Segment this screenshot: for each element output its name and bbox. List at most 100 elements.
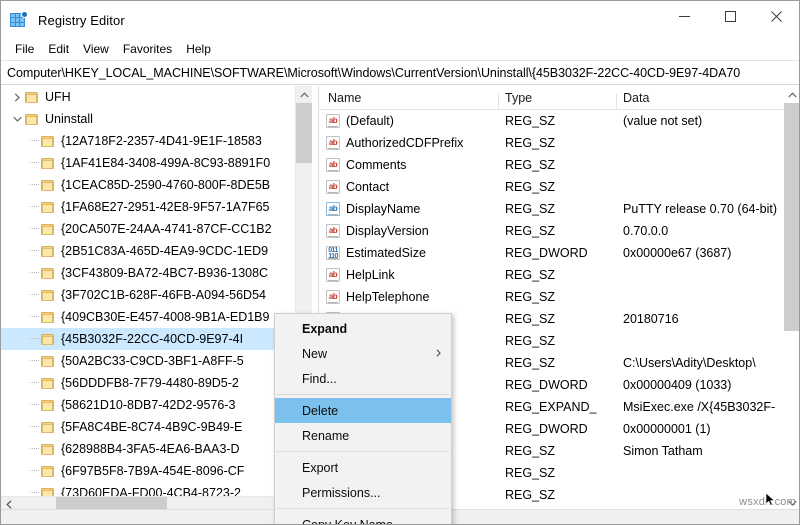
value-row[interactable]: ab DisplayVersion REG_SZ 0.70.0.0	[319, 220, 799, 242]
scroll-up-icon[interactable]	[296, 86, 312, 103]
string-value-icon: ab	[326, 114, 340, 128]
context-menu-item-label: New	[302, 346, 328, 361]
value-row[interactable]: ab AuthorizedCDFPrefix REG_SZ	[319, 132, 799, 154]
value-name: EstimatedSize	[346, 246, 426, 260]
string-value-icon: ab	[326, 136, 340, 150]
value-type-cell: REG_SZ	[505, 488, 556, 502]
folder-icon	[41, 135, 54, 147]
folder-icon	[41, 245, 54, 257]
maximize-icon[interactable]	[707, 1, 753, 31]
value-data-cell: PuTTY release 0.70 (64-bit)	[623, 202, 778, 216]
tree-item[interactable]: {409CB30E-E457-4008-9B1A-ED1B9	[1, 306, 295, 328]
value-row[interactable]: ab HelpLink REG_SZ	[319, 264, 799, 286]
column-header-name[interactable]: Name	[319, 91, 499, 110]
value-data-cell: (value not set)	[623, 114, 703, 128]
value-name: Comments	[346, 158, 407, 172]
close-icon[interactable]	[753, 1, 799, 31]
tree-item[interactable]: {56DDDFB8-7F79-4480-89D5-2	[1, 372, 295, 394]
tree-item[interactable]: {628988B4-3FA5-4EA6-BAA3-D	[1, 438, 295, 460]
tree-connector	[27, 284, 41, 306]
tree-item[interactable]: UFH	[1, 86, 295, 108]
scroll-up-icon[interactable]	[784, 86, 799, 103]
menu-file[interactable]: File	[8, 40, 41, 59]
folder-icon	[41, 157, 54, 169]
tree-scroll-thumb[interactable]	[296, 103, 312, 163]
context-menu-item[interactable]: Copy Key Name	[275, 512, 451, 525]
menu-edit[interactable]: Edit	[41, 40, 76, 59]
context-menu-item[interactable]: Delete	[275, 398, 451, 423]
value-row[interactable]: ab DisplayName REG_SZ PuTTY release 0.70 (6…	[319, 198, 799, 220]
tree-item-label: {45B3032F-22CC-40CD-9E97-4I	[61, 332, 244, 346]
menu-help[interactable]: Help	[179, 40, 218, 59]
dword-value-icon: 011110	[326, 246, 340, 260]
tree-item[interactable]: {1CEAC85D-2590-4760-800F-8DE5B	[1, 174, 295, 196]
registry-tree[interactable]: UFH Uninstall {12A718F2-2357-4D41-9E1F-185…	[1, 86, 295, 496]
value-row[interactable]: ab Comments REG_SZ	[319, 154, 799, 176]
chevron-down-icon[interactable]	[9, 108, 25, 130]
tree-item[interactable]: {1AF41E84-3408-499A-8C93-8891F0	[1, 152, 295, 174]
context-menu-separator	[277, 451, 449, 452]
tree-item[interactable]: {20CA507E-24AA-4741-87CF-CC1B2	[1, 218, 295, 240]
address-bar[interactable]: Computer\HKEY_LOCAL_MACHINE\SOFTWARE\Mic…	[1, 60, 799, 85]
tree-item[interactable]: {12A718F2-2357-4D41-9E1F-18583	[1, 130, 295, 152]
context-menu-item[interactable]: New	[275, 341, 451, 366]
tree-item[interactable]: {58621D10-8DB7-42D2-9576-3	[1, 394, 295, 416]
value-data-cell: Simon Tatham	[623, 444, 703, 458]
value-row[interactable]: 011 110 EstimatedSize REG_DWORD 0x00000e67 (…	[319, 242, 799, 264]
folder-icon	[41, 487, 54, 496]
tree-context-menu[interactable]: Expand New Find... Delete Rename Export Permis…	[274, 313, 452, 525]
menu-favorites[interactable]: Favorites	[116, 40, 179, 59]
tree-item[interactable]: Uninstall	[1, 108, 295, 130]
folder-icon	[25, 91, 38, 103]
context-menu-item[interactable]: Expand	[275, 316, 451, 341]
string-value-icon: ab	[326, 290, 340, 304]
context-menu-item[interactable]: Rename	[275, 423, 451, 448]
string-value-icon: ab	[326, 224, 340, 238]
tree-item[interactable]: {5FA8C4BE-8C74-4B9C-9B49-E	[1, 416, 295, 438]
value-name-cell: ab HelpLink	[319, 268, 499, 282]
value-name: DisplayVersion	[346, 224, 429, 238]
tree-item[interactable]: {45B3032F-22CC-40CD-9E97-4I	[1, 328, 295, 350]
tree-item[interactable]: {50A2BC33-C9CD-3BF1-A8FF-5	[1, 350, 295, 372]
chevron-right-icon[interactable]	[9, 86, 25, 108]
tree-connector	[27, 328, 41, 350]
minimize-icon[interactable]	[661, 1, 707, 31]
value-row[interactable]: ab HelpTelephone REG_SZ	[319, 286, 799, 308]
chevron-right-icon	[436, 348, 441, 360]
value-row[interactable]: ab (Default) REG_SZ (value not set)	[319, 110, 799, 132]
context-menu-item-label: Rename	[302, 428, 350, 443]
folder-icon	[41, 399, 54, 411]
tree-item[interactable]: {6F97B5F8-7B9A-454E-8096-CF	[1, 460, 295, 482]
column-header-data[interactable]: Data	[617, 91, 799, 105]
list-scroll-thumb[interactable]	[784, 103, 799, 331]
watermark: wsxdn.com	[739, 492, 796, 508]
folder-icon	[41, 179, 54, 191]
value-data-cell: MsiExec.exe /X{45B3032F-	[623, 400, 776, 414]
tree-item[interactable]: {3F702C1B-628F-46FB-A094-56D54	[1, 284, 295, 306]
tree-item[interactable]: {2B51C83A-465D-4EA9-9CDC-1ED9	[1, 240, 295, 262]
folder-icon	[41, 377, 54, 389]
tree-connector	[27, 460, 41, 482]
tree-item-label: {3CF43809-BA72-4BC7-B936-1308C	[61, 266, 269, 280]
tree-item[interactable]: {3CF43809-BA72-4BC7-B936-1308C	[1, 262, 295, 284]
value-data-cell: 0x00000409 (1033)	[623, 378, 732, 392]
menu-view[interactable]: View	[76, 40, 116, 59]
context-menu-separator	[277, 394, 449, 395]
window-title: Registry Editor	[38, 12, 125, 28]
value-type-cell: REG_SZ	[505, 290, 556, 304]
tree-item[interactable]: {1FA68E27-2951-42E8-9F57-1A7F65	[1, 196, 295, 218]
tree-connector	[27, 130, 41, 152]
column-header-type[interactable]: Type	[499, 91, 617, 110]
tree-connector	[27, 262, 41, 284]
tree-item[interactable]: {73D60EDA-FD00-4CB4-8723-2	[1, 482, 295, 496]
value-type-cell: REG_SZ	[505, 224, 556, 238]
folder-icon	[41, 223, 54, 235]
string-value-icon: ab	[326, 268, 340, 282]
context-menu-item[interactable]: Permissions...	[275, 480, 451, 505]
context-menu-item[interactable]: Find...	[275, 366, 451, 391]
list-vertical-scrollbar[interactable]	[784, 86, 799, 511]
tree-connector	[27, 174, 41, 196]
context-menu-item-label: Permissions...	[302, 485, 381, 500]
value-row[interactable]: ab Contact REG_SZ	[319, 176, 799, 198]
context-menu-item[interactable]: Export	[275, 455, 451, 480]
